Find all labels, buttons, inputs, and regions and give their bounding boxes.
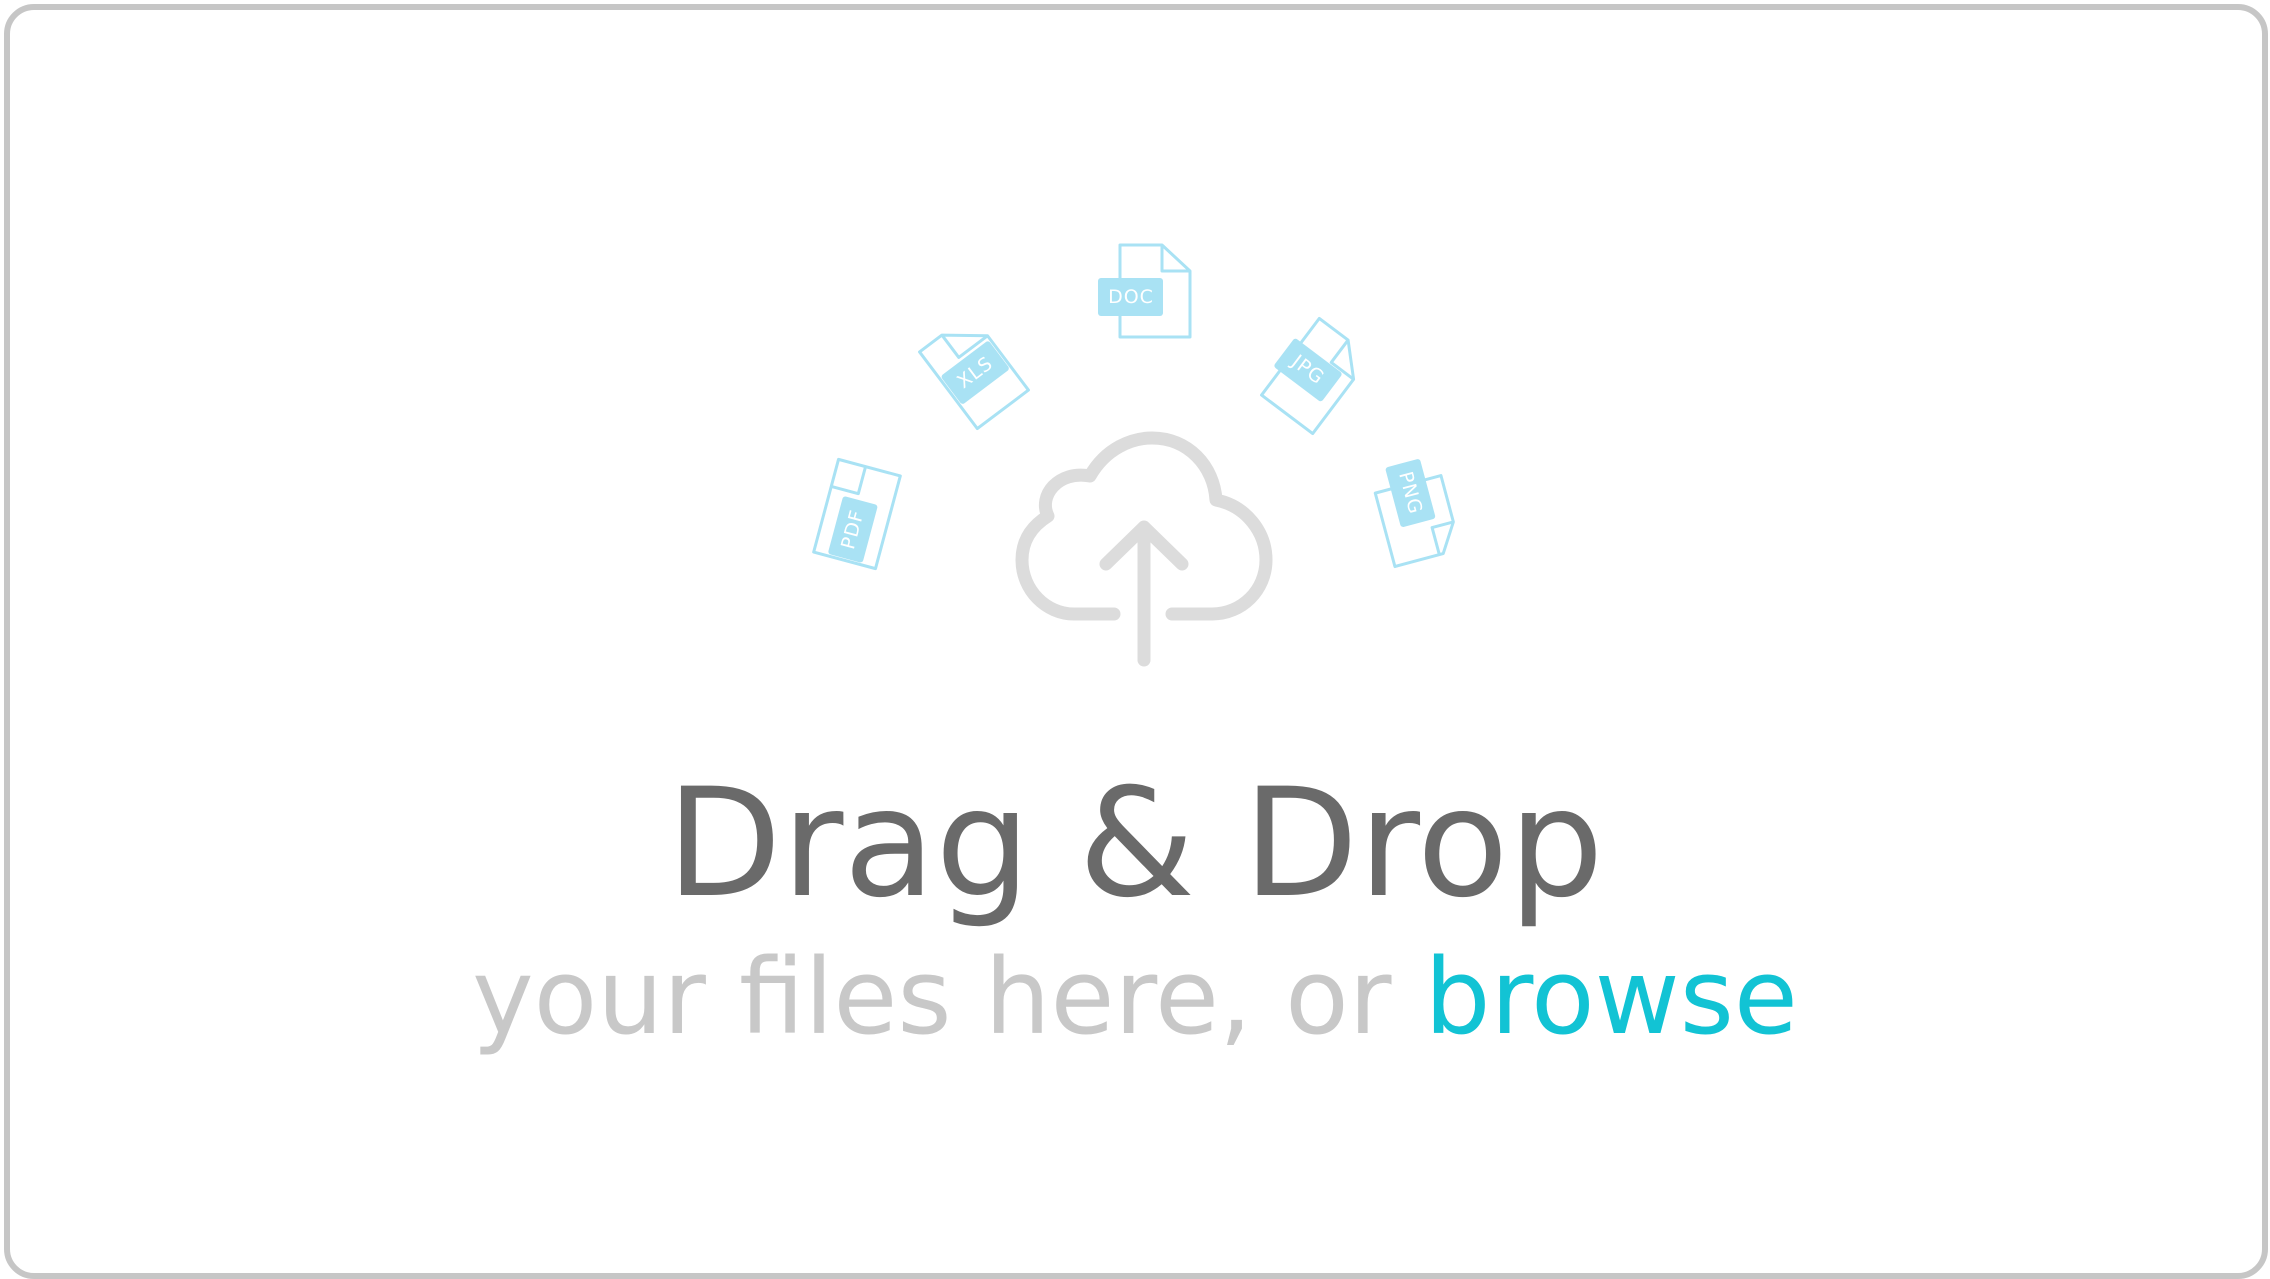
upload-illustration: PDF XLS DOC JPG PNG bbox=[812, 243, 1455, 667]
dropzone-subtitle: your files here, or browse bbox=[0, 932, 2270, 1062]
pdf-file-icon: PDF bbox=[812, 457, 902, 571]
jpg-file-icon: JPG bbox=[1260, 316, 1356, 436]
xls-file-icon: XLS bbox=[918, 333, 1030, 431]
subtitle-text: your files here, or bbox=[472, 936, 1425, 1058]
doc-file-icon: DOC bbox=[1098, 243, 1192, 339]
doc-label: DOC bbox=[1108, 286, 1154, 308]
page-title: Drag & Drop bbox=[666, 757, 1604, 931]
browse-link[interactable]: browse bbox=[1425, 936, 1798, 1058]
cloud-upload-icon bbox=[1015, 431, 1273, 667]
png-file-icon: PNG bbox=[1373, 459, 1455, 569]
